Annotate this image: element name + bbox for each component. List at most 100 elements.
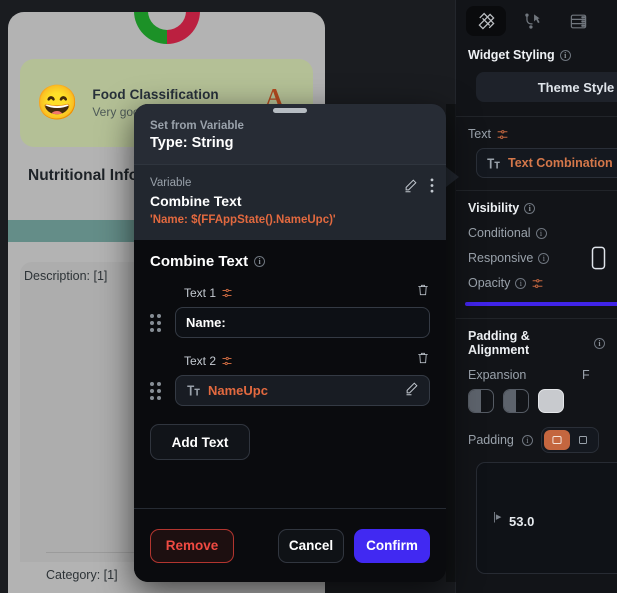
dialog-type: Type: String [150,135,234,151]
flex-label: F [582,368,590,382]
text2-row: NameUpc [150,375,430,406]
widget-styling-section: Widget Styling i Theme Style [456,44,617,116]
info-icon[interactable]: i [524,202,536,214]
ruler-pencil-icon [477,12,495,30]
responsive-row[interactable]: Responsive i [468,246,606,270]
conditional-label: Conditional [468,226,531,240]
padding-alignment-title-row: Padding & Alignment i [468,329,605,357]
visibility-label: Visibility [468,201,520,215]
app-root: 😄 Food Classification Very good A Nutrit… [0,0,617,593]
category-text-widget[interactable]: Category: [1] [46,568,118,582]
padding-left-value[interactable]: 53.0 [509,514,534,529]
opacity-label: Opacity [468,276,511,290]
text-label-row: Text [468,127,605,141]
panel-tabbar [456,0,617,44]
padding-mode-toggle [540,427,599,453]
confirm-button[interactable]: Confirm [354,528,430,563]
padding-left-handle[interactable]: |▸ [493,510,501,523]
text1-value: Name: [186,315,226,330]
design-tab[interactable] [466,6,506,36]
text1-row: Name: [150,307,430,338]
info-icon[interactable]: i [594,337,605,349]
text2-drag-handle[interactable] [150,381,166,400]
mobile-device-icon[interactable] [591,246,606,270]
text2-header: Text 2 [150,351,430,370]
text-label: Text [468,127,491,141]
remove-button[interactable]: Remove [150,528,234,563]
dialog-kicker: Set from Variable [150,120,244,132]
text2-delete-button[interactable] [416,351,430,370]
variable-expression: 'Name: $(FFAppState().NameUpc)' [150,214,336,226]
trash-icon [418,352,428,364]
padding-alignment-section: Padding & Alignment i Expansion ‹ F Padd… [456,318,617,586]
conditional-row[interactable]: Conditional i [468,226,605,240]
padding-all-sides-button[interactable] [543,430,570,450]
variable-actions [403,178,434,193]
database-icon [570,14,586,28]
food-classification-title: Food Classification [92,87,219,102]
text2-edit-button[interactable] [404,381,419,401]
grinning-face-icon: 😄 [36,84,79,122]
add-text-button[interactable]: Add Text [150,424,250,460]
variable-name: Combine Text [150,193,242,209]
padding-uniform-icon [578,436,587,444]
padding-values-box: 0.0 |▸ 53.0 0.0 [476,462,617,574]
opacity-slider[interactable] [465,302,617,306]
expansion-option-fill[interactable] [538,389,564,413]
set-from-variable-dialog: Set from Variable Type: String Variable … [134,104,446,582]
text1-header: Text 1 [150,283,430,302]
text1-delete-button[interactable] [416,283,430,302]
info-icon[interactable]: i [521,434,533,446]
dialog-body: Combine Text i Text 1 Name: Text 2 NameU… [134,240,446,460]
theme-style-button[interactable]: Theme Style [476,72,617,102]
dialog-footer: Remove Cancel Confirm [134,508,446,582]
action-flow-icon [524,13,540,29]
text-combination-value: Text Combination [508,156,613,170]
settings-sliders-icon[interactable] [221,287,233,299]
settings-sliders-icon[interactable] [221,355,233,367]
widget-styling-title-row: Widget Styling i [468,48,605,62]
info-icon[interactable]: i [538,252,550,264]
text-format-icon [187,385,200,396]
trash-icon [418,284,428,296]
visibility-title-row: Visibility i [468,201,605,215]
settings-sliders-icon[interactable] [496,128,509,141]
text-format-icon [487,158,500,168]
dialog-header: Set from Variable Type: String [134,104,446,164]
backend-tab[interactable] [558,6,598,36]
dialog-variable-card[interactable]: Variable Combine Text 'Name: $(FFAppStat… [134,164,446,240]
actions-tab[interactable] [512,6,552,36]
more-vertical-icon[interactable] [430,178,434,193]
text2-value: NameUpc [208,383,268,398]
edit-pencil-icon[interactable] [403,178,418,193]
dialog-body-title-row: Combine Text i [150,253,430,270]
settings-sliders-icon[interactable] [531,277,544,290]
text1-drag-handle[interactable] [150,313,166,332]
text2-label: Text 2 [184,353,217,368]
info-icon[interactable]: i [254,256,266,267]
cancel-button[interactable]: Cancel [278,528,344,563]
padding-all-icon [552,436,562,444]
dialog-body-title: Combine Text [150,253,249,270]
nutritional-info-heading: Nutritional Infor [28,167,145,184]
info-icon[interactable]: i [535,227,547,239]
padding-label: Padding [468,433,514,447]
properties-panel: Widget Styling i Theme Style Text Text C… [455,0,617,593]
text1-label-row: Text 1 [184,286,233,300]
expansion-option-shrink[interactable]: ‹ [503,389,529,413]
text-section: Text Text Combination [456,116,617,190]
variable-label: Variable [150,177,192,189]
visibility-section: Visibility i Conditional i Responsive i … [456,190,617,318]
nutrition-donut-chart [8,12,325,44]
info-icon[interactable]: i [515,277,527,289]
opacity-row[interactable]: Opacity i [468,276,605,290]
text1-input[interactable]: Name: [175,307,430,338]
description-text-widget[interactable]: Description: [1] [24,269,107,283]
dialog-drag-handle[interactable] [273,108,307,113]
responsive-label: Responsive [468,251,534,265]
text-combination-row[interactable]: Text Combination [476,148,617,178]
info-icon[interactable]: i [559,49,571,61]
padding-uniform-button[interactable] [570,430,596,450]
text2-input[interactable]: NameUpc [175,375,430,406]
expansion-option-none[interactable] [468,389,494,413]
